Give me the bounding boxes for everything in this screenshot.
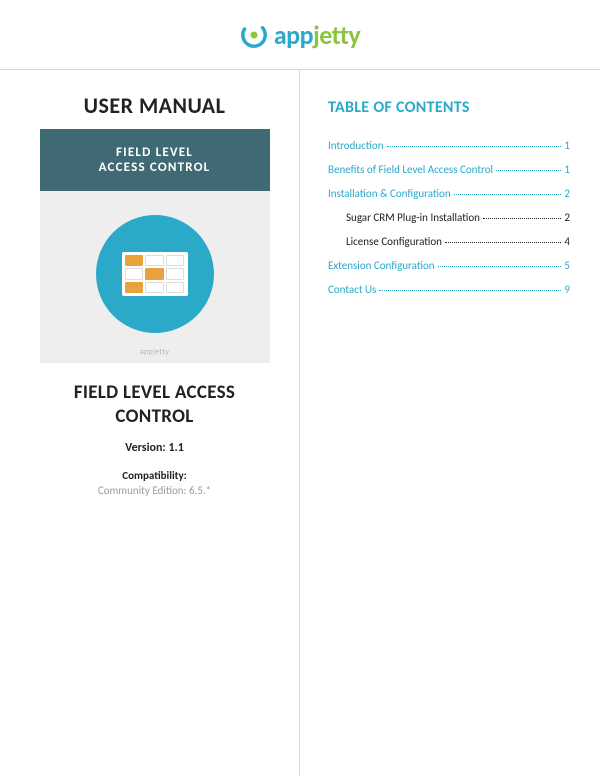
compatibility-label: Compatibility: — [34, 469, 275, 482]
toc-leader-dots — [387, 146, 562, 147]
toc-item[interactable]: Benefits of Field Level Access Control 1 — [328, 163, 570, 176]
toc-item-page: 4 — [564, 235, 570, 248]
cover-banner: FIELD LEVEL ACCESS CONTROL — [40, 129, 270, 191]
toc-leader-dots — [496, 170, 561, 171]
cover-banner-line2: ACCESS CONTROL — [99, 160, 211, 175]
toc-item-label[interactable]: Extension Configuration — [328, 259, 435, 272]
brand-name-part1: app — [274, 19, 313, 51]
toc-heading: TABLE OF CONTENTS — [328, 98, 570, 117]
toc-list: Introduction1Benefits of Field Level Acc… — [328, 139, 570, 296]
toc-leader-dots — [445, 242, 561, 243]
document-title: FIELD LEVEL ACCESS CONTROL — [34, 381, 275, 429]
page-content: USER MANUAL FIELD LEVEL ACCESS CONTROL a… — [0, 70, 600, 776]
user-manual-heading: USER MANUAL — [34, 92, 275, 119]
toc-item-page: 1 — [564, 139, 570, 152]
toc-item[interactable]: License Configuration 4 — [328, 235, 570, 248]
toc-item[interactable]: Contact Us 9 — [328, 283, 570, 296]
toc-leader-dots — [483, 218, 561, 219]
brand-name-part2: jetty — [313, 19, 360, 51]
compatibility-value: Community Edition: 6.5.* — [34, 484, 275, 497]
toc-item-page: 5 — [564, 259, 570, 272]
cover-column: USER MANUAL FIELD LEVEL ACCESS CONTROL a… — [0, 70, 300, 776]
appjetty-logo-icon — [240, 21, 268, 49]
toc-leader-dots — [379, 290, 561, 291]
cover-footer-brand: appjetty — [40, 347, 270, 357]
toc-item-page: 2 — [564, 211, 570, 224]
toc-item-page: 2 — [564, 187, 570, 200]
toc-item-label[interactable]: Contact Us — [328, 283, 376, 296]
toc-item-page: 1 — [564, 163, 570, 176]
toc-item-label[interactable]: Sugar CRM Plug-in Installation — [346, 211, 480, 224]
brand-name: appjetty — [274, 19, 360, 51]
version-label: Version: 1.1 — [34, 441, 275, 455]
cover-banner-line1: FIELD LEVEL — [116, 145, 193, 160]
cover-grid-icon — [122, 252, 188, 296]
brand-logo: appjetty — [240, 19, 360, 51]
toc-item-label[interactable]: Benefits of Field Level Access Control — [328, 163, 493, 176]
toc-item[interactable]: Sugar CRM Plug-in Installation 2 — [328, 211, 570, 224]
cover-circle-icon — [96, 215, 214, 333]
toc-item[interactable]: Installation & Configuration 2 — [328, 187, 570, 200]
toc-item[interactable]: Introduction 1 — [328, 139, 570, 152]
page-header: appjetty — [0, 0, 600, 70]
toc-item-page: 9 — [564, 283, 570, 296]
toc-leader-dots — [438, 266, 562, 267]
toc-item-label[interactable]: Introduction — [328, 139, 384, 152]
toc-item[interactable]: Extension Configuration 5 — [328, 259, 570, 272]
toc-leader-dots — [454, 194, 562, 195]
toc-column: TABLE OF CONTENTS Introduction1Benefits … — [300, 70, 600, 776]
toc-item-label[interactable]: Installation & Configuration — [328, 187, 451, 200]
toc-item-label[interactable]: License Configuration — [346, 235, 442, 248]
cover-image: FIELD LEVEL ACCESS CONTROL appjetty — [40, 129, 270, 363]
